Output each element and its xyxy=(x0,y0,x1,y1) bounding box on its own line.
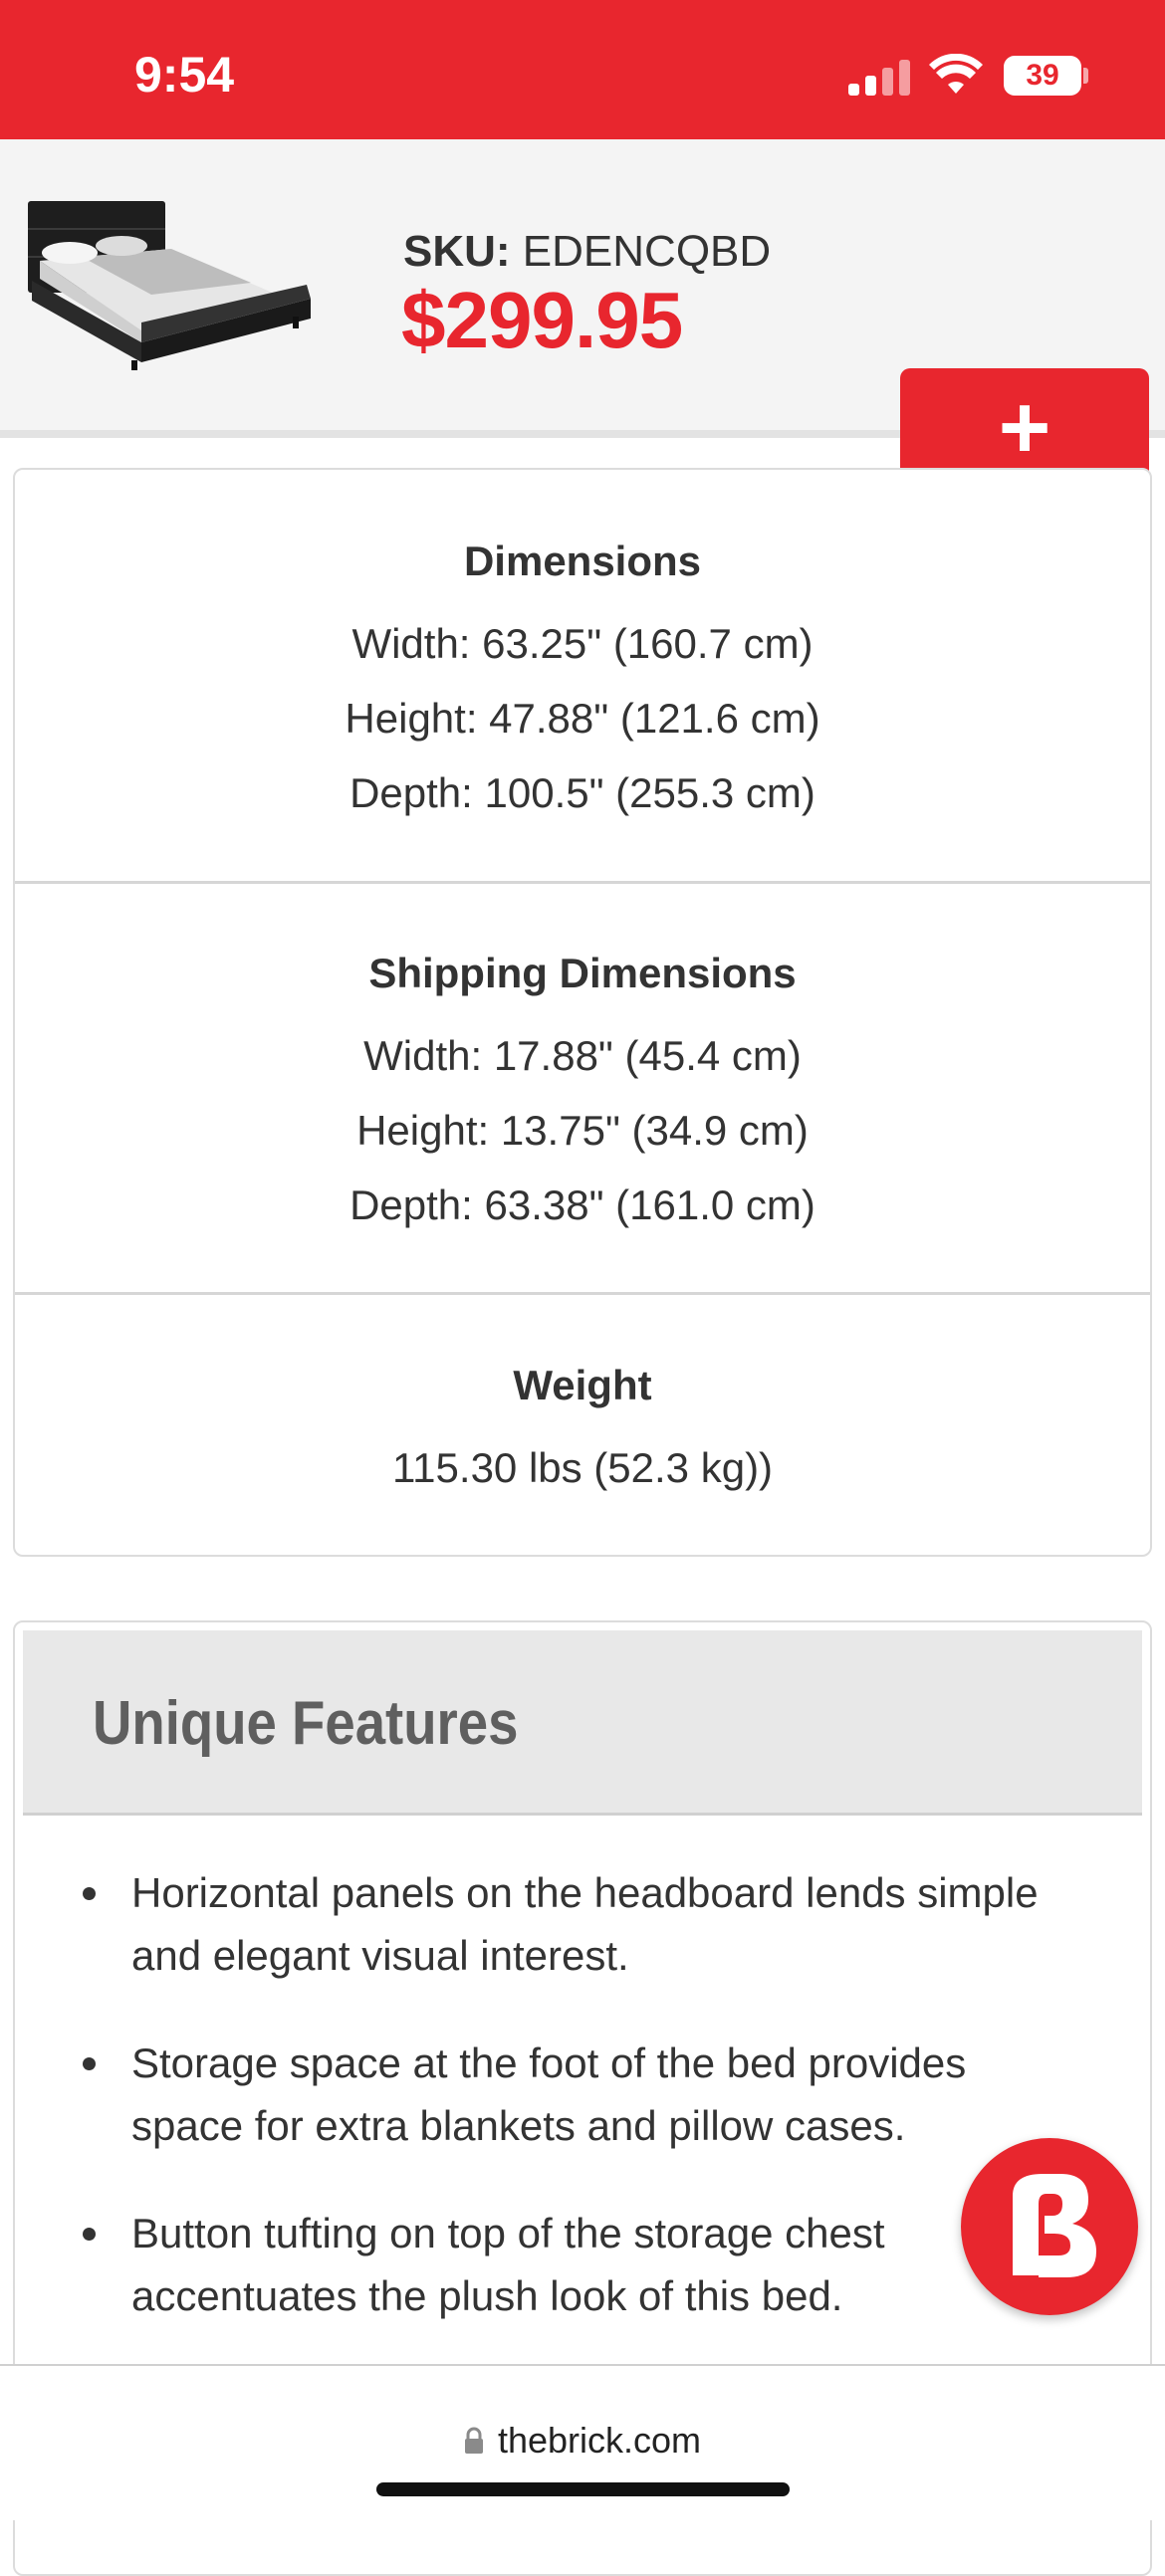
plus-icon: + xyxy=(998,377,1051,478)
dimensions-width: Width: 63.25" (160.7 cm) xyxy=(351,620,814,667)
brick-chat-button[interactable] xyxy=(961,2138,1138,2315)
bullet-icon xyxy=(83,1887,96,1900)
weight-value: 115.30 lbs (52.3 kg)) xyxy=(391,1444,774,1491)
home-indicator[interactable] xyxy=(376,2482,790,2496)
feature-text: Horizontal panels on the headboard lends… xyxy=(131,1869,1039,1979)
features-header: Unique Features xyxy=(23,1630,1142,1816)
specifications-card: Dimensions Width: 63.25" (160.7 cm) Heig… xyxy=(13,468,1152,1557)
sku-line: SKU: EDENCQBD xyxy=(403,227,771,277)
product-summary-bar: SKU: EDENCQBD $299.95 + xyxy=(0,139,1165,488)
shipping-dimensions-section: Shipping Dimensions Width: 17.88" (45.4 … xyxy=(15,944,1150,1242)
shipping-dimensions-title: Shipping Dimensions xyxy=(368,950,797,996)
battery-level: 39 xyxy=(1004,56,1081,96)
sku-value: EDENCQBD xyxy=(522,227,772,276)
url-text: thebrick.com xyxy=(497,2420,702,2461)
shipping-height: Height: 13.75" (34.9 cm) xyxy=(356,1107,809,1154)
battery-cap xyxy=(1083,68,1088,84)
product-image[interactable] xyxy=(22,191,311,370)
list-item: Storage space at the foot of the bed pro… xyxy=(15,2032,1087,2157)
status-bar: 9:54 39 xyxy=(0,0,1165,139)
product-price: $299.95 xyxy=(401,276,683,364)
bullet-icon xyxy=(83,2057,96,2070)
shipping-depth: Depth: 63.38" (161.0 cm) xyxy=(350,1181,816,1228)
lock-icon xyxy=(464,2427,483,2454)
list-item: Button tufting on top of the storage che… xyxy=(15,2202,1087,2327)
weight-section: Weight 115.30 lbs (52.3 kg)) xyxy=(15,1356,1150,1505)
weight-title: Weight xyxy=(513,1362,652,1408)
dimensions-title: Dimensions xyxy=(463,537,702,584)
section-divider xyxy=(15,1292,1150,1295)
section-divider xyxy=(15,881,1150,884)
wifi-icon xyxy=(929,54,983,94)
bullet-icon xyxy=(83,2228,96,2241)
browser-url-bar[interactable]: thebrick.com xyxy=(0,2364,1165,2520)
features-title: Unique Features xyxy=(93,1689,519,1758)
shipping-width: Width: 17.88" (45.4 cm) xyxy=(363,1032,802,1079)
url-display[interactable]: thebrick.com xyxy=(0,2420,1165,2462)
list-item: Horizontal panels on the headboard lends… xyxy=(15,1861,1087,1987)
brick-logo-icon xyxy=(1013,2174,1096,2277)
cellular-signal-icon xyxy=(848,60,912,96)
dimensions-depth: Depth: 100.5" (255.3 cm) xyxy=(350,769,816,816)
status-time: 9:54 xyxy=(134,47,235,103)
feature-text: Storage space at the foot of the bed pro… xyxy=(131,2039,967,2149)
dimensions-height: Height: 47.88" (121.6 cm) xyxy=(345,695,820,742)
dimensions-section: Dimensions Width: 63.25" (160.7 cm) Heig… xyxy=(15,532,1150,830)
sku-label: SKU: xyxy=(403,227,511,276)
feature-text: Button tufting on top of the storage che… xyxy=(131,2210,885,2319)
